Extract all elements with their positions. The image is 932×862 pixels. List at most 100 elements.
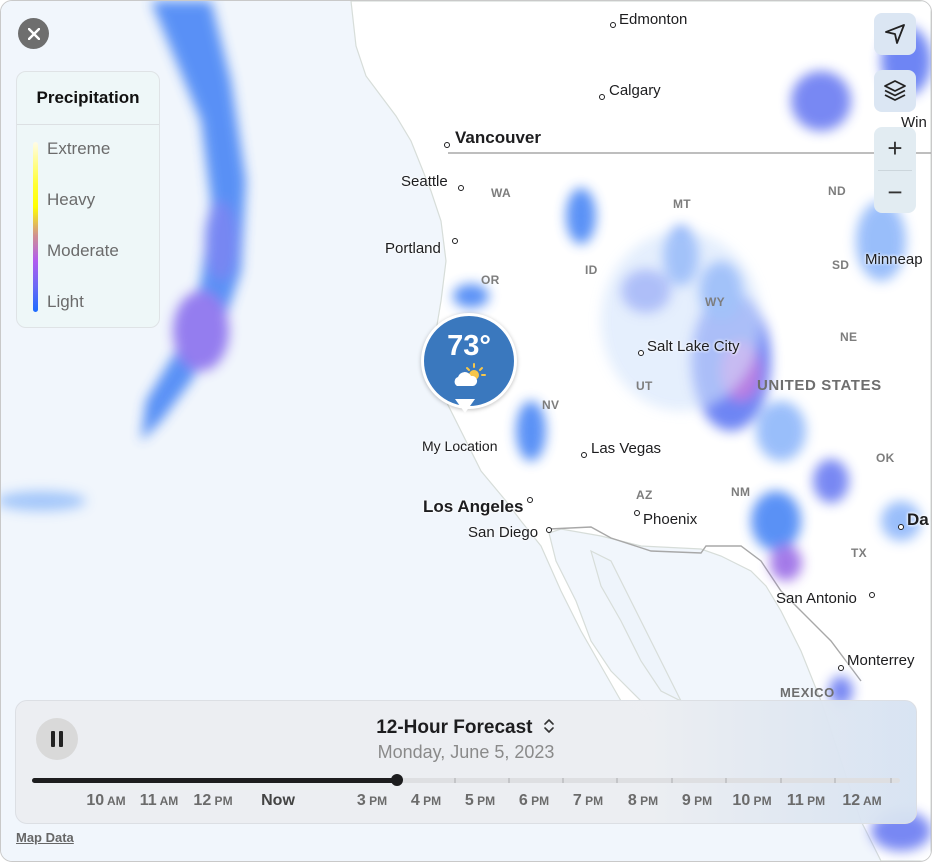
state-label: AZ	[636, 488, 653, 502]
timeline-label-suffix: PM	[419, 794, 442, 808]
state-label: NV	[542, 398, 560, 412]
timeline-label[interactable]: 6 PM	[519, 792, 549, 810]
close-button[interactable]	[18, 18, 49, 49]
timeline-label-hour: 9	[681, 792, 691, 809]
city-label-dallas[interactable]: Da	[907, 510, 929, 530]
state-label: ID	[585, 263, 598, 277]
precipitation-legend: Precipitation Extreme Heavy Moderate Lig…	[16, 71, 160, 328]
my-location-label: My Location	[422, 438, 498, 454]
city-label-minneapolis[interactable]: Minneap	[865, 251, 923, 268]
timeline-label-suffix: AM	[104, 794, 126, 808]
timeline-label-suffix: PM	[803, 794, 826, 808]
legend-label-moderate: Moderate	[47, 241, 119, 260]
city-dot	[638, 350, 644, 356]
timeline-label-suffix: PM	[750, 794, 772, 808]
forecast-type-selector[interactable]: 12-Hour Forecast	[16, 717, 916, 739]
timeline-label-hour: 10	[732, 792, 751, 809]
city-label-monterrey[interactable]: Monterrey	[847, 652, 915, 669]
map-data-link[interactable]: Map Data	[16, 830, 74, 845]
timeline-label[interactable]: 8 PM	[628, 792, 658, 810]
zoom-out-button[interactable]: −	[874, 171, 916, 214]
zoom-in-button[interactable]: +	[874, 127, 916, 170]
timeline-tick	[671, 778, 673, 783]
forecast-title: 12-Hour Forecast	[376, 717, 533, 738]
state-label: WY	[705, 295, 725, 309]
timeline-label[interactable]: 12 AM	[842, 792, 881, 810]
layers-icon	[884, 80, 906, 101]
timeline-label-suffix: PM	[581, 794, 604, 808]
city-label-los-angeles[interactable]: Los Angeles	[423, 497, 523, 517]
timeline-label-hour: Now	[261, 792, 295, 809]
state-label: NE	[840, 330, 858, 344]
country-label: MEXICO	[780, 685, 835, 700]
pin-pointer	[455, 399, 475, 413]
zoom-controls: + −	[874, 127, 916, 213]
state-label: WA	[491, 186, 511, 200]
timeline-label-hour: 12	[193, 792, 212, 809]
timeline-label-hour: 11	[139, 792, 157, 809]
city-dot	[869, 592, 875, 598]
city-label-calgary[interactable]: Calgary	[609, 82, 661, 99]
city-label-san-diego[interactable]: San Diego	[468, 524, 538, 541]
timeline-label-hour: 4	[410, 792, 420, 809]
timeline-label-suffix: PM	[365, 794, 388, 808]
close-icon	[27, 27, 40, 40]
timeline-label-hour: 11	[786, 792, 804, 809]
state-label: OR	[481, 273, 500, 287]
timeline-tick	[834, 778, 836, 783]
chevron-up-down-icon	[543, 719, 554, 733]
partly-sunny-icon	[454, 363, 486, 386]
timeline-tick	[890, 778, 892, 783]
timeline-label-suffix: PM	[473, 794, 496, 808]
city-label-san-antonio[interactable]: San Antonio	[776, 590, 857, 607]
city-dot	[634, 510, 640, 516]
timeline-tick	[562, 778, 564, 783]
state-label: SD	[832, 258, 850, 272]
timeline-scrubber[interactable]	[32, 774, 900, 786]
my-location-weather-pin[interactable]: 73°	[421, 313, 517, 409]
country-label: UNITED STATES	[757, 377, 882, 394]
timeline-label-suffix: AM	[156, 794, 179, 808]
state-label: UT	[636, 379, 653, 393]
timeline-label-hour: 3	[356, 792, 366, 809]
timeline-progress	[32, 778, 397, 783]
state-label: ND	[828, 184, 846, 198]
forecast-timeline-panel: 12-Hour Forecast Monday, June 5, 2023 10…	[15, 700, 917, 824]
city-label-vancouver[interactable]: Vancouver	[455, 128, 541, 148]
timeline-label[interactable]: 5 PM	[465, 792, 495, 810]
timeline-label[interactable]: 10 AM	[86, 792, 125, 810]
city-label-edmonton[interactable]: Edmonton	[619, 11, 687, 28]
city-label-portland[interactable]: Portland	[385, 240, 441, 257]
timeline-label[interactable]: Now	[261, 792, 295, 810]
legend-label-heavy: Heavy	[47, 190, 96, 209]
timeline-thumb[interactable]	[390, 774, 403, 786]
timeline-tick	[725, 778, 727, 783]
city-dot	[898, 524, 904, 530]
map-layers-button[interactable]	[874, 70, 916, 112]
timeline-label[interactable]: 9 PM	[682, 792, 712, 810]
timeline-label-hour: 6	[518, 792, 528, 809]
city-dot	[546, 527, 552, 533]
state-label: NM	[731, 485, 751, 499]
city-dot	[838, 665, 844, 671]
timeline-tick	[508, 778, 510, 783]
timeline-label[interactable]: 12 PM	[193, 792, 232, 810]
city-label-las-vegas[interactable]: Las Vegas	[591, 440, 661, 457]
timeline-label[interactable]: 3 PM	[357, 792, 387, 810]
location-arrow-icon	[885, 24, 905, 44]
city-label-seattle[interactable]: Seattle	[401, 173, 448, 190]
city-dot	[527, 497, 533, 503]
timeline-label-suffix: PM	[211, 794, 233, 808]
city-label-salt-lake-city[interactable]: Salt Lake City	[647, 338, 740, 355]
current-location-button[interactable]	[874, 13, 916, 55]
timeline-label[interactable]: 11 AM	[140, 792, 178, 810]
timeline-label[interactable]: 7 PM	[573, 792, 603, 810]
legend-color-scale	[33, 142, 38, 312]
timeline-label-hour: 8	[627, 792, 637, 809]
timeline-label[interactable]: 10 PM	[732, 792, 771, 810]
timeline-label[interactable]: 4 PM	[411, 792, 441, 810]
forecast-date: Monday, June 5, 2023	[377, 742, 555, 762]
timeline-label[interactable]: 11 PM	[787, 792, 825, 810]
city-label-phoenix[interactable]: Phoenix	[643, 511, 697, 528]
timeline-label-suffix: AM	[860, 794, 882, 808]
